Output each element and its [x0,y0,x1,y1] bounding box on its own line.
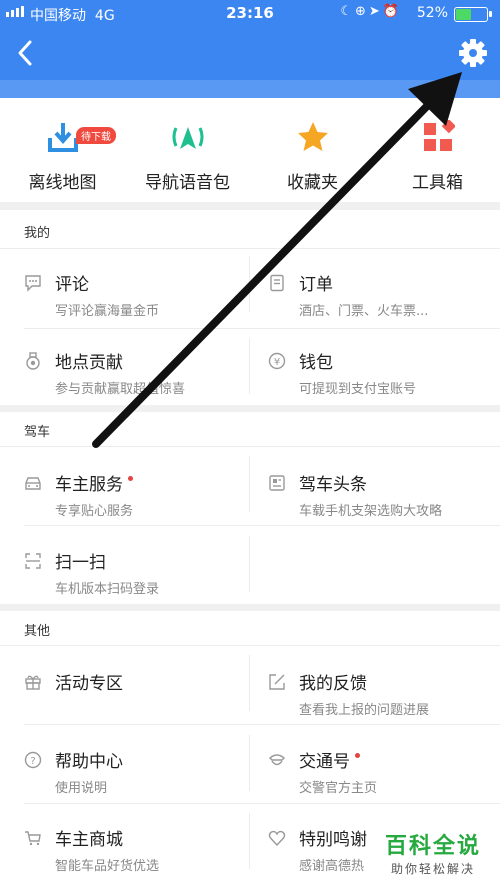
header-strip [0,80,500,98]
menu-item-contribution[interactable]: 地点贡献 参与贡献赢取超值惊喜 [24,346,244,412]
svg-text:?: ? [30,756,35,767]
voice-pack-button[interactable]: 导航语音包 [125,114,250,193]
scan-icon [24,552,42,570]
watermark-logo: 百科全说 助你轻松解决 [370,828,496,877]
menu-item-traffic-account[interactable]: 交通号 交警官方主页 [268,745,488,811]
alarm-icon: ⏰ [382,4,402,19]
section-driving: 驾车 车主服务 专享贴心服务 驾车头条 车载手机支架选购大攻略 扫一扫 车机版本… [0,412,500,604]
new-dot [128,476,133,481]
menu-item-comment[interactable]: 评论 写评论赢海量金币 [24,268,244,334]
menu-item-wallet[interactable]: ¥ 钱包 可提现到支付宝账号 [268,346,488,412]
toolbox-button[interactable]: 工具箱 [375,114,500,193]
status-icons: ☾⊕➤⏰ [340,4,402,19]
section-title: 驾车 [24,425,51,440]
section-title: 其他 [24,624,51,639]
toolbox-icon [421,119,456,154]
quick-action-label: 收藏夹 [287,173,338,193]
news-icon [268,474,286,492]
lock-rotation-icon: ⊕ [355,4,369,19]
heart-icon [268,829,286,847]
gift-icon [24,673,42,691]
quick-action-label: 导航语音包 [145,173,230,193]
order-icon [268,274,286,292]
quick-actions: 待下载 离线地图 导航语音包 收藏夹 工具箱 [0,98,500,202]
quick-action-label: 工具箱 [412,173,463,193]
new-dot [355,753,360,758]
moon-icon: ☾ [340,4,355,19]
cart-icon [24,829,42,847]
svg-text:¥: ¥ [274,357,280,368]
offline-map-button[interactable]: 待下载 离线地图 [0,114,125,193]
star-icon [296,120,330,154]
menu-item-car-mall[interactable]: 车主商城 智能车品好货优选 [24,823,244,889]
medal-icon [24,352,42,370]
navigation-voice-icon [171,120,205,154]
nav-bar [0,28,500,80]
feedback-icon [268,673,286,691]
download-badge: 待下载 [76,127,116,144]
car-icon [24,474,42,492]
back-chevron-icon[interactable] [10,36,42,70]
comment-icon [24,274,42,292]
menu-item-scan[interactable]: 扫一扫 车机版本扫码登录 [24,546,244,612]
gear-icon[interactable] [458,38,488,68]
status-bar: 中国移动 4G 23:16 ☾⊕➤⏰ 52% [0,0,500,28]
menu-item-help-center[interactable]: ? 帮助中心 使用说明 [24,745,244,811]
section-mine: 我的 评论 写评论赢海量金币 订单 酒店、门票、火车票... 地点贡献 参与贡献… [0,210,500,405]
help-icon: ? [24,751,42,769]
location-icon: ➤ [368,4,383,19]
download-icon [46,120,80,154]
favorites-button[interactable]: 收藏夹 [250,114,375,193]
battery-percent: 52% [416,5,448,21]
battery-icon [454,7,492,22]
police-icon [268,751,286,769]
wallet-icon: ¥ [268,352,286,370]
section-title: 我的 [24,226,51,241]
quick-action-label: 离线地图 [28,173,97,193]
menu-item-order[interactable]: 订单 酒店、门票、火车票... [268,268,488,334]
